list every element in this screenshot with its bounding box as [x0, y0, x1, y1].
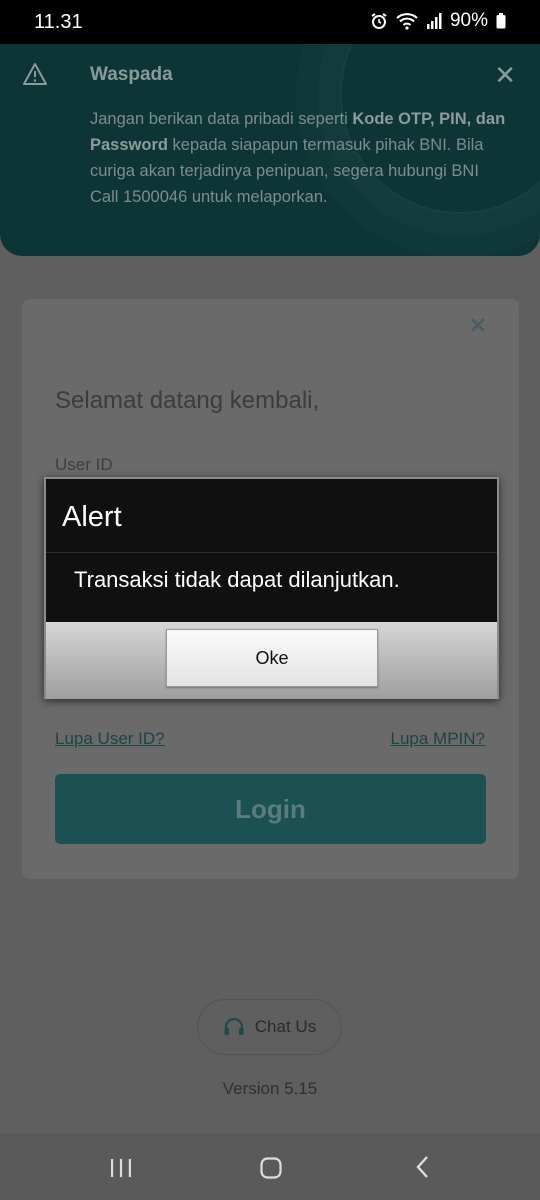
- alert-message: Transaksi tidak dapat dilanjutkan.: [74, 567, 400, 592]
- close-icon[interactable]: ✕: [469, 313, 487, 339]
- welcome-title: Selamat datang kembali,: [55, 387, 320, 414]
- headset-icon: [224, 1017, 244, 1035]
- wifi-icon: [396, 13, 418, 30]
- chat-us-label: Chat Us: [254, 1017, 317, 1036]
- status-bar: 11.31 90%: [0, 0, 540, 44]
- navigation-bar: [0, 1133, 540, 1200]
- status-time: 11.31: [34, 11, 83, 33]
- alert-dialog: Alert Transaksi tidak dapat dilanjutkan.…: [44, 477, 499, 699]
- home-icon[interactable]: [260, 1157, 282, 1179]
- recent-apps-icon[interactable]: [110, 1157, 132, 1179]
- forgot-userid-link[interactable]: Lupa User ID?: [55, 729, 165, 749]
- alert-footer: Oke: [46, 622, 497, 699]
- signal-icon: [426, 13, 442, 29]
- warning-icon: [23, 63, 47, 85]
- warning-text: Jangan berikan data pribadi seperti Kode…: [90, 110, 506, 206]
- battery-level: 90%: [449, 10, 488, 31]
- close-icon[interactable]: ✕: [494, 62, 516, 88]
- alert-divider: [46, 552, 497, 553]
- alert-title: Alert: [62, 501, 122, 533]
- userid-label: User ID: [55, 455, 113, 474]
- oke-button[interactable]: Oke: [166, 629, 378, 687]
- chat-us-button[interactable]: Chat Us: [197, 999, 342, 1055]
- warning-banner: Waspada ✕ Jangan berikan data pribadi se…: [0, 44, 540, 256]
- login-button[interactable]: Login: [55, 774, 486, 844]
- warning-title: Waspada: [90, 64, 173, 85]
- app-version: Version 5.15: [222, 1079, 318, 1098]
- forgot-mpin-link[interactable]: Lupa MPIN?: [391, 729, 486, 749]
- battery-icon: [496, 13, 506, 29]
- alarm-icon: [371, 13, 387, 29]
- back-icon[interactable]: [414, 1155, 432, 1179]
